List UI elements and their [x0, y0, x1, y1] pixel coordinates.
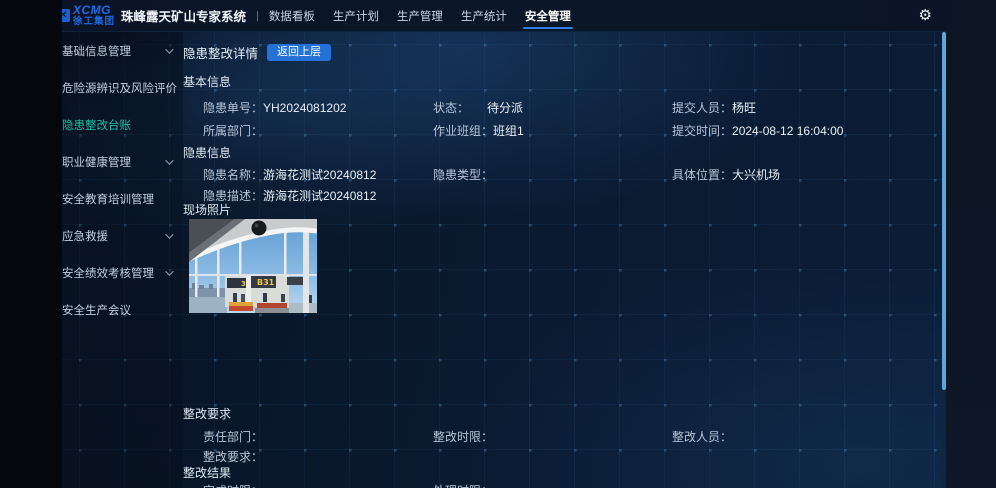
section-title-site-photo: 现场照片 — [183, 204, 942, 217]
field-label: 处理时限： — [433, 484, 493, 488]
field-location: 具体位置：大兴机场 — [672, 168, 942, 182]
field-row: 隐患单号：YH2024081202 状态：待分派 提交人员：杨旺 — [183, 101, 942, 115]
sidebar-item-label: 应急救援 — [62, 228, 108, 244]
scrollbar-thumb[interactable] — [942, 32, 946, 390]
sidebar: 基础信息管理 危险源辨识及风险评价 隐患整改台账 职业健康管理 安全教育培训管理… — [62, 32, 183, 488]
title-separator: | — [256, 10, 259, 22]
field-row: 隐患描述：游海花测试20240812 — [183, 189, 942, 203]
field-label: 责任部门： — [203, 430, 263, 444]
sidebar-item-safety-meeting[interactable]: 安全生产会议 — [62, 291, 183, 328]
chevron-down-icon — [165, 156, 173, 164]
field-label: 整改时限： — [433, 430, 493, 444]
field-rectify-person: 整改人员： — [672, 430, 942, 444]
page-header: 隐患整改详情 返回上层 — [183, 44, 942, 61]
field-label: 隐患单号： — [203, 101, 263, 115]
field-label: 提交人员： — [672, 101, 732, 115]
sidebar-item-hazard-rectification-ledger[interactable]: 隐患整改台账 — [62, 106, 183, 143]
sidebar-item-label: 基础信息管理 — [62, 43, 131, 59]
section-title-rectification-result: 整改结果 — [183, 467, 942, 480]
dome-camera — [252, 221, 267, 236]
sidebar-item-label: 安全生产会议 — [62, 302, 131, 318]
field-value: 2024-08-12 16:04:00 — [732, 124, 843, 138]
field-row: 责任部门： 整改时限： 整改人员： — [183, 430, 942, 444]
vertical-scrollbar — [942, 32, 946, 488]
field-row: 隐患名称：游海花测试20240812 隐患类型： 具体位置：大兴机场 — [183, 168, 942, 182]
field-label: 具体位置： — [672, 168, 732, 182]
site-photo-image: 32 B31 — [189, 219, 317, 313]
field-label: 隐患名称： — [203, 168, 263, 182]
field-label: 状态： — [433, 101, 487, 115]
top-nav: 数据看板 生产计划 生产管理 生产统计 安全管理 — [269, 0, 571, 31]
nav-tab-safety-mgmt[interactable]: 安全管理 — [525, 0, 571, 31]
section-title-basic-info: 基本信息 — [183, 76, 942, 89]
field-complete-time: 完成时限： — [203, 484, 433, 488]
sidebar-item-basic-info-mgmt[interactable]: 基础信息管理 — [62, 32, 183, 69]
field-status: 状态：待分派 — [433, 101, 672, 115]
app-title: 珠峰露天矿山专家系统 — [121, 6, 246, 25]
field-value: 班组1 — [493, 124, 524, 138]
field-hazard-description: 隐患描述：游海花测试20240812 — [203, 189, 433, 203]
page-title: 隐患整改详情 — [183, 43, 258, 62]
field-label: 整改人员： — [672, 430, 732, 444]
nav-tab-data-dashboard[interactable]: 数据看板 — [269, 0, 315, 31]
field-label: 作业班组： — [433, 124, 493, 138]
field-label: 所属部门： — [203, 124, 263, 138]
field-department: 所属部门： — [203, 124, 433, 138]
field-hazard-name: 隐患名称：游海花测试20240812 — [203, 168, 433, 182]
chevron-down-icon — [165, 267, 173, 275]
logo-line1: XCMG — [73, 4, 115, 17]
field-hazard-number: 隐患单号：YH2024081202 — [203, 101, 433, 115]
sidebar-item-label: 隐患整改台账 — [62, 117, 131, 133]
nav-tab-production-mgmt[interactable]: 生产管理 — [397, 0, 443, 31]
xcmg-logo: ✕ XCMG 徐工集团 — [62, 4, 115, 27]
sidebar-item-label: 危险源辨识及风险评价 — [62, 80, 177, 96]
field-label: 整改要求： — [203, 450, 263, 464]
field-label: 隐患描述： — [203, 189, 263, 203]
chevron-down-icon — [165, 45, 173, 53]
field-submitter: 提交人员：杨旺 — [672, 101, 942, 115]
nav-tab-production-plan[interactable]: 生产计划 — [333, 0, 379, 31]
gate-sign-right: B31 — [257, 278, 275, 287]
sidebar-item-safety-performance[interactable]: 安全绩效考核管理 — [62, 254, 183, 291]
section-title-hazard-info: 隐患信息 — [183, 147, 942, 160]
sidebar-item-occupational-health[interactable]: 职业健康管理 — [62, 143, 183, 180]
logo-mark-icon: ✕ — [62, 9, 70, 22]
field-value: YH2024081202 — [263, 101, 346, 115]
field-label: 提交时间： — [672, 124, 732, 138]
field-row: 整改要求： — [183, 450, 942, 464]
field-value: 游海花测试20240812 — [263, 168, 376, 182]
sidebar-item-label: 安全绩效考核管理 — [62, 265, 154, 281]
field-value: 大兴机场 — [732, 168, 780, 182]
app-window: ✕ XCMG 徐工集团 珠峰露天矿山专家系统 | 数据看板 生产计划 生产管理 … — [62, 0, 946, 488]
sidebar-item-label: 安全教育培训管理 — [62, 191, 154, 207]
sidebar-item-hazard-identification[interactable]: 危险源辨识及风险评价 — [62, 69, 183, 106]
field-submit-time: 提交时间：2024-08-12 16:04:00 — [672, 124, 942, 138]
main-content: 隐患整改详情 返回上层 基本信息 隐患单号：YH2024081202 状态：待分… — [183, 32, 942, 488]
chevron-down-icon — [165, 230, 173, 238]
field-value: 杨旺 — [732, 101, 756, 115]
outside-background — [946, 0, 996, 488]
field-hazard-type: 隐患类型： — [433, 168, 672, 182]
field-label: 完成时限： — [203, 484, 263, 488]
field-value: 游海花测试20240812 — [263, 189, 376, 203]
status-value: 待分派 — [487, 101, 523, 115]
field-rectify-deadline: 整改时限： — [433, 430, 672, 444]
field-work-team: 作业班组：班组1 — [433, 124, 672, 138]
sidebar-item-emergency-rescue[interactable]: 应急救援 — [62, 217, 183, 254]
field-responsible-dept: 责任部门： — [203, 430, 433, 444]
section-title-rectification-require: 整改要求 — [183, 408, 942, 421]
top-bar: ✕ XCMG 徐工集团 珠峰露天矿山专家系统 | 数据看板 生产计划 生产管理 … — [62, 0, 946, 32]
sidebar-item-safety-education[interactable]: 安全教育培训管理 — [62, 180, 183, 217]
field-row: 完成时限： 处理时限： — [183, 484, 942, 488]
sidebar-item-label: 职业健康管理 — [62, 154, 131, 170]
settings-gear-icon[interactable]: ⚙ — [919, 8, 932, 23]
logo-line2: 徐工集团 — [73, 17, 115, 27]
nav-tab-production-stats[interactable]: 生产统计 — [461, 0, 507, 31]
field-label: 隐患类型： — [433, 168, 493, 182]
site-photo-thumbnail[interactable]: 32 B31 — [189, 219, 317, 313]
field-row: 所属部门： 作业班组：班组1 提交时间：2024-08-12 16:04:00 — [183, 124, 942, 138]
back-to-parent-button[interactable]: 返回上层 — [267, 44, 331, 61]
field-rectify-requirement: 整改要求： — [203, 450, 433, 464]
field-process-time: 处理时限： — [433, 484, 672, 488]
